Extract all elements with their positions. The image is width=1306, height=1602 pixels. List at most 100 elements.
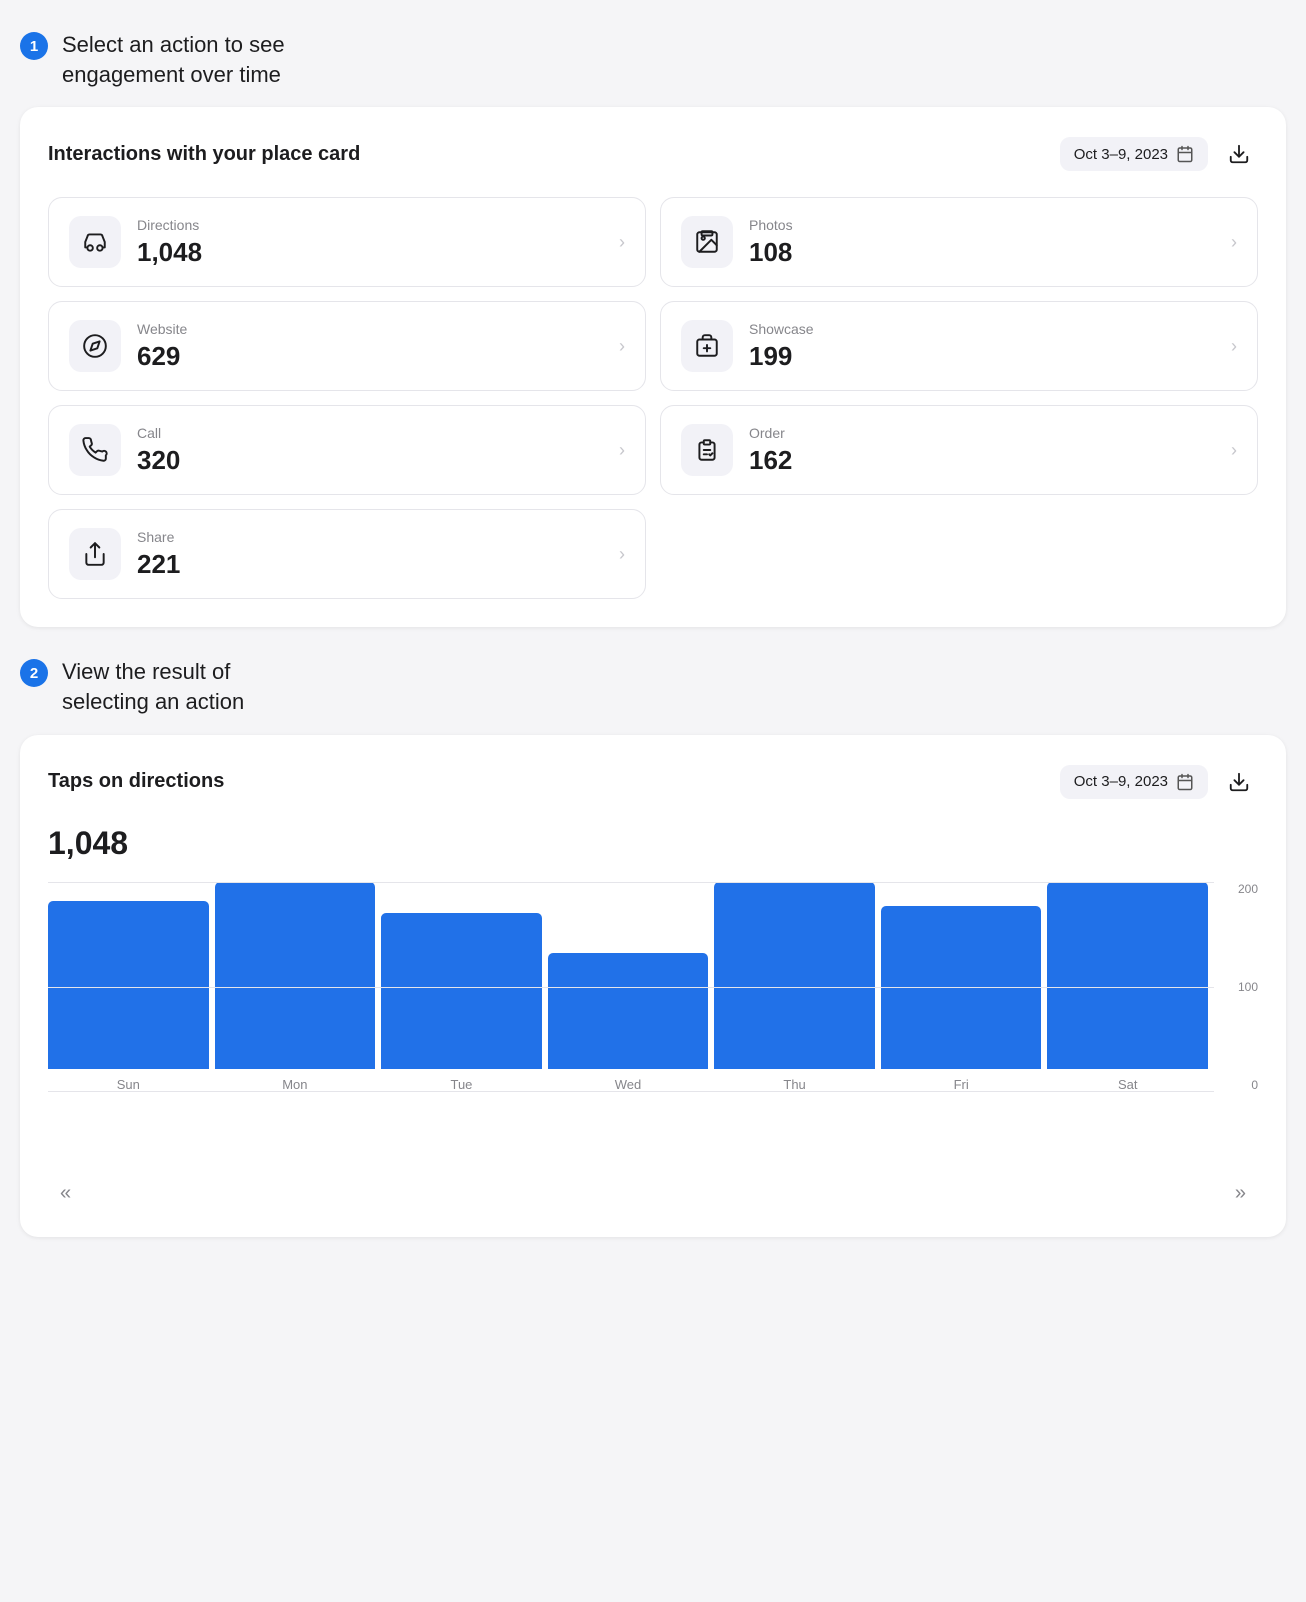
photos-icon-wrap (681, 216, 733, 268)
share-chevron: › (619, 544, 625, 565)
order-icon-wrap (681, 424, 733, 476)
metric-call[interactable]: Call 320 › (48, 405, 646, 495)
interactions-date-pill[interactable]: Oct 3–9, 2023 (1060, 137, 1208, 171)
chart-download-icon (1228, 771, 1250, 793)
interactions-card-title: Interactions with your place card (48, 143, 360, 166)
bar-thu (714, 882, 875, 1069)
step-2-badge: 2 (20, 659, 48, 687)
metric-showcase[interactable]: Showcase 199 › (660, 301, 1258, 391)
interactions-card: Interactions with your place card Oct 3–… (20, 107, 1286, 627)
showcase-value: 199 (749, 341, 1215, 372)
car-icon (82, 229, 108, 255)
chart-card: Taps on directions Oct 3–9, 2023 1,048 (20, 735, 1286, 1237)
metric-photos[interactable]: Photos 108 › (660, 197, 1258, 287)
call-icon-wrap (69, 424, 121, 476)
chart-card-header: Taps on directions Oct 3–9, 2023 (48, 763, 1258, 801)
metric-share[interactable]: Share 221 › (48, 509, 646, 599)
bar-label-mon: Mon (282, 1077, 307, 1092)
call-label: Call (137, 425, 603, 441)
showcase-content: Showcase 199 (749, 321, 1215, 372)
bar-col-sun: Sun (48, 882, 209, 1092)
photos-value: 108 (749, 237, 1215, 268)
metric-website[interactable]: Website 629 › (48, 301, 646, 391)
interactions-header-actions: Oct 3–9, 2023 (1060, 135, 1258, 173)
bar-col-fri: Fri (881, 882, 1042, 1092)
chart-next-btn[interactable]: » (1227, 1178, 1254, 1209)
chart-total: 1,048 (48, 825, 1258, 862)
bar-col-wed: Wed (548, 882, 709, 1092)
chart-calendar-icon (1176, 773, 1194, 791)
share-content: Share 221 (137, 529, 603, 580)
bar-tue (381, 913, 542, 1068)
showcase-icon-wrap (681, 320, 733, 372)
bar-wed (548, 953, 709, 1069)
bar-sun (48, 901, 209, 1069)
call-content: Call 320 (137, 425, 603, 476)
bar-col-sat: Sat (1047, 882, 1208, 1092)
metric-order[interactable]: Order 162 › (660, 405, 1258, 495)
website-label: Website (137, 321, 603, 337)
chart-area: Sun Mon Tue Wed Thu Fri Sat 200 100 0 (48, 882, 1258, 1162)
directions-content: Directions 1,048 (137, 217, 603, 268)
bar-sat (1047, 882, 1208, 1069)
chart-nav: « » (48, 1178, 1258, 1209)
step-2-row: 2 View the result ofselecting an action (20, 657, 1286, 716)
phone-icon (82, 437, 108, 463)
directions-value: 1,048 (137, 237, 603, 268)
order-value: 162 (749, 445, 1215, 476)
order-content: Order 162 (749, 425, 1215, 476)
order-chevron: › (1231, 440, 1237, 461)
share-icon (82, 541, 108, 567)
website-value: 629 (137, 341, 603, 372)
share-label: Share (137, 529, 603, 545)
showcase-chevron: › (1231, 336, 1237, 357)
order-icon (694, 437, 720, 463)
website-content: Website 629 (137, 321, 603, 372)
bar-col-mon: Mon (215, 882, 376, 1092)
website-chevron: › (619, 336, 625, 357)
bar-label-tue: Tue (450, 1077, 472, 1092)
bar-label-wed: Wed (615, 1077, 642, 1092)
directions-label: Directions (137, 217, 603, 233)
share-icon-wrap (69, 528, 121, 580)
interactions-card-header: Interactions with your place card Oct 3–… (48, 135, 1258, 173)
chart-date-text: Oct 3–9, 2023 (1074, 773, 1168, 790)
chart-header-actions: Oct 3–9, 2023 (1060, 763, 1258, 801)
y-label-200: 200 (1238, 882, 1258, 896)
call-chevron: › (619, 440, 625, 461)
bar-label-fri: Fri (954, 1077, 969, 1092)
metrics-grid: Directions 1,048 › Photos 108 › (48, 197, 1258, 599)
bar-fri (881, 906, 1042, 1069)
showcase-label: Showcase (749, 321, 1215, 337)
step-1-badge: 1 (20, 32, 48, 60)
order-label: Order (749, 425, 1215, 441)
share-value: 221 (137, 549, 603, 580)
y-label-100: 100 (1238, 980, 1258, 994)
bar-label-sun: Sun (117, 1077, 140, 1092)
bar-mon (215, 882, 376, 1069)
y-label-0: 0 (1251, 1078, 1258, 1092)
step-1-row: 1 Select an action to seeengagement over… (20, 30, 1286, 89)
step-2-text: View the result ofselecting an action (62, 657, 244, 716)
step-1-text: Select an action to seeengagement over t… (62, 30, 285, 89)
interactions-download-btn[interactable] (1220, 135, 1258, 173)
chart-prev-btn[interactable]: « (52, 1178, 79, 1209)
showcase-icon (694, 333, 720, 359)
photos-label: Photos (749, 217, 1215, 233)
chart-date-pill[interactable]: Oct 3–9, 2023 (1060, 765, 1208, 799)
bar-col-thu: Thu (714, 882, 875, 1092)
directions-icon-wrap (69, 216, 121, 268)
bar-label-thu: Thu (783, 1077, 805, 1092)
metric-directions[interactable]: Directions 1,048 › (48, 197, 646, 287)
website-icon-wrap (69, 320, 121, 372)
photos-content: Photos 108 (749, 217, 1215, 268)
chart-download-btn[interactable] (1220, 763, 1258, 801)
call-value: 320 (137, 445, 603, 476)
calendar-icon (1176, 145, 1194, 163)
bar-col-tue: Tue (381, 882, 542, 1092)
chart-card-title: Taps on directions (48, 770, 224, 793)
directions-chevron: › (619, 232, 625, 253)
interactions-date-text: Oct 3–9, 2023 (1074, 146, 1168, 163)
photos-chevron: › (1231, 232, 1237, 253)
compass-icon (82, 333, 108, 359)
